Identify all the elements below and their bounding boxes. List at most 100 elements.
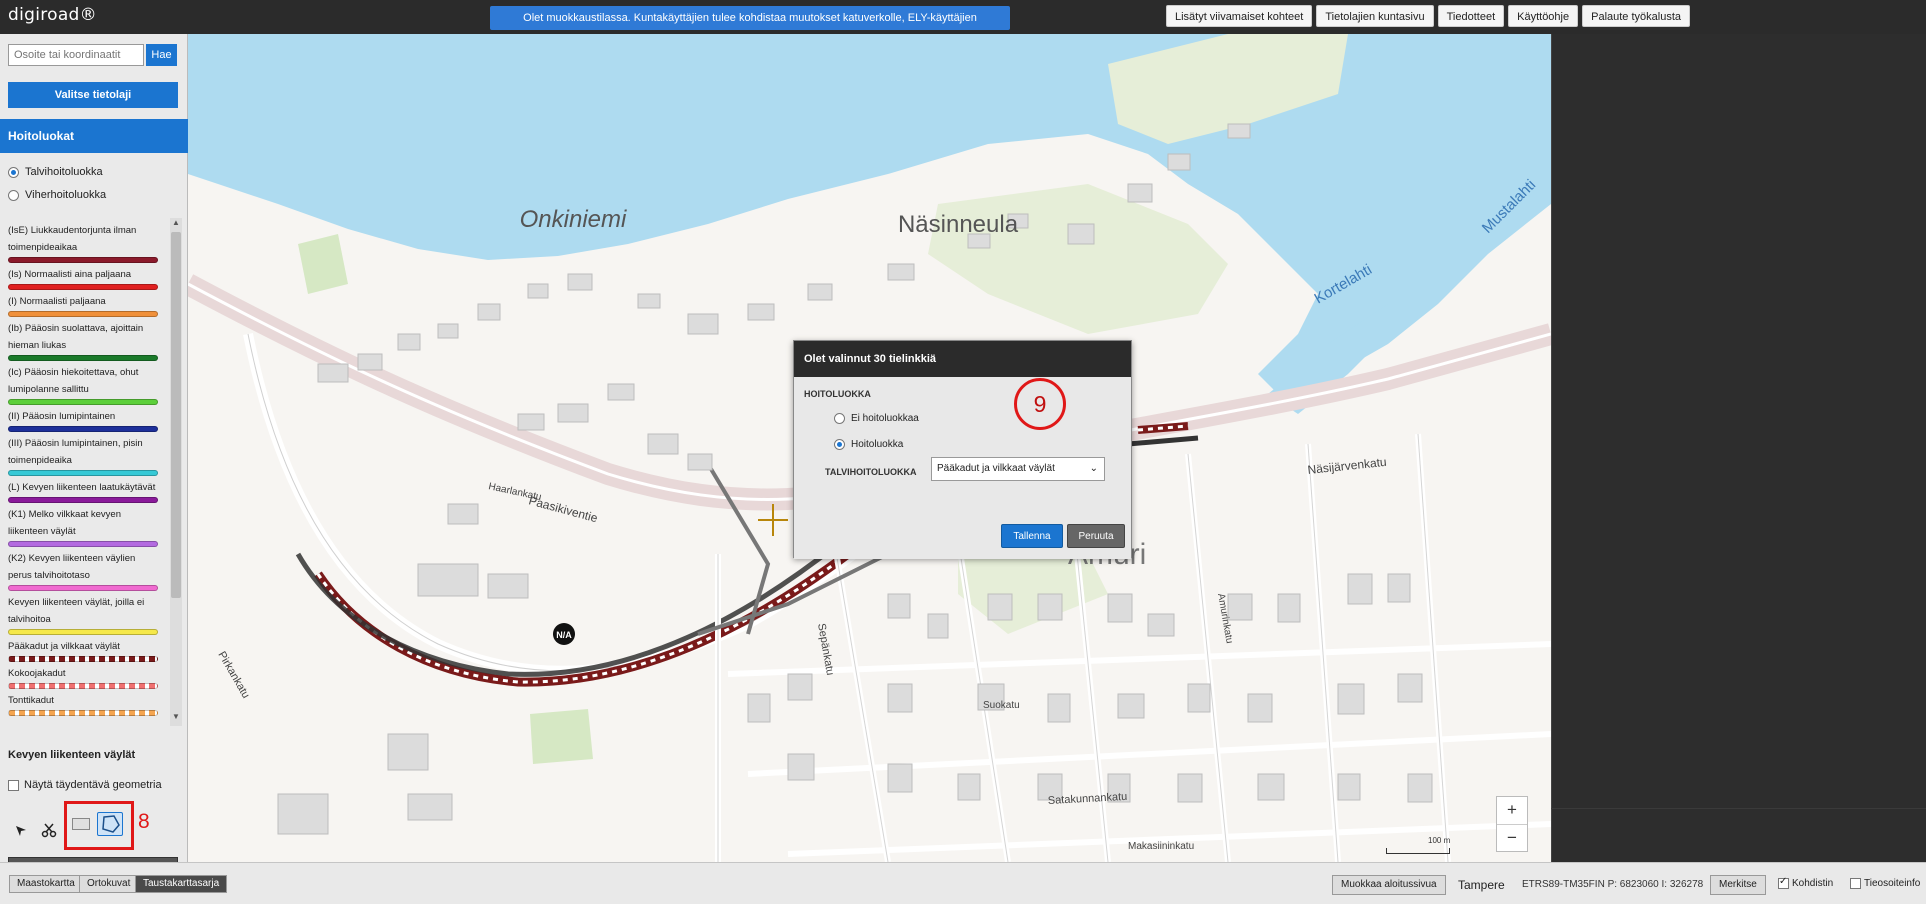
legend-item: (I) Normaalisti paljaana xyxy=(8,293,158,317)
radio-label: Hoitoluokka xyxy=(851,439,904,450)
legend-swatch xyxy=(8,355,158,361)
radio-button[interactable] xyxy=(8,189,19,201)
top-bar: digiroad® Olet muokkaustilassa. Kuntakäy… xyxy=(0,0,1926,48)
bottom-bar: Maastokartta Ortokuvat Taustakarttasarja… xyxy=(0,862,1926,904)
annotation-box-8 xyxy=(64,801,134,850)
legend-item: (II) Pääosin lumipintainen xyxy=(8,408,158,432)
crosshair-checkbox[interactable]: Kohdistin xyxy=(1778,876,1834,889)
search-button[interactable]: Hae xyxy=(146,44,177,66)
digiroad-logo[interactable]: digiroad® xyxy=(8,5,97,25)
map-label-nasinneula: Näsinneula xyxy=(898,211,1019,238)
right-panel xyxy=(1551,34,1926,862)
radio-button-selected[interactable] xyxy=(8,166,19,178)
checkbox-label: Kohdistin xyxy=(1792,878,1834,889)
legend-swatch xyxy=(8,426,158,432)
coordinates-readout: ETRS89-TM35FIN P: 6823060 I: 326278 xyxy=(1522,879,1704,890)
legend-swatch xyxy=(8,710,158,716)
map-label-nasijarvenkatu: Näsijärvenkatu xyxy=(1307,455,1387,477)
radio-label: Viherhoitoluokka xyxy=(25,189,107,201)
legend-item: (IsE) Liukkaudentorjunta ilman toimenpid… xyxy=(8,222,158,263)
tab-orthophotos[interactable]: Ortokuvat xyxy=(79,875,139,893)
legend-label: Kokoojakadut xyxy=(8,668,66,679)
legend-swatch xyxy=(8,629,158,635)
link-user-guide[interactable]: Käyttöohje xyxy=(1508,5,1579,27)
radio-winter-maintenance[interactable]: Talvihoitoluokka xyxy=(8,166,103,178)
legend-label: Tonttikadut xyxy=(8,695,54,706)
scroll-down-icon[interactable]: ▼ xyxy=(172,712,180,721)
annotation-number-8: 8 xyxy=(138,810,150,833)
checkbox-checked[interactable] xyxy=(1778,876,1789,889)
annotation-number-9: 9 xyxy=(1014,378,1066,430)
legend-swatch xyxy=(8,399,158,405)
legend-label: Pääkadut ja vilkkaat väylät xyxy=(8,641,120,652)
legend-item: Kokoojakadut xyxy=(8,665,158,689)
mark-button[interactable]: Merkitse xyxy=(1710,875,1766,895)
link-municipality-page[interactable]: Tietolajien kuntasivu xyxy=(1316,5,1434,27)
legend-item: (K1) Melko vilkkaat kevyen liikenteen vä… xyxy=(8,506,158,547)
checkbox[interactable] xyxy=(8,779,19,791)
legend-swatch xyxy=(8,541,158,547)
zoom-in-button[interactable]: + xyxy=(1497,797,1527,825)
edit-start-page-button[interactable]: Muokkaa aloitussivua xyxy=(1332,875,1446,895)
legend-item: (Ib) Pääosin suolattava, ajoittain hiema… xyxy=(8,320,158,361)
map-label-onkiniemi: Onkiniemi xyxy=(520,206,627,233)
link-bulletins[interactable]: Tiedotteet xyxy=(1437,5,1505,27)
legend-item: Pääkadut ja vilkkaat väylät xyxy=(8,638,158,662)
address-search-input[interactable] xyxy=(8,44,144,66)
pointer-tool-icon[interactable] xyxy=(14,824,28,843)
radio-button[interactable] xyxy=(834,413,845,424)
legend-swatch xyxy=(8,497,158,503)
checkbox-label: Tieosoiteinfo xyxy=(1864,878,1921,889)
legend-item: (K2) Kevyen liikenteen väylien perus tal… xyxy=(8,550,158,591)
option-no-class[interactable]: Ei hoitoluokkaa xyxy=(834,413,919,424)
checkbox-label: Näytä täydentävä geometria xyxy=(24,779,162,791)
link-added-line-features[interactable]: Lisätyt viivamaiset kohteet xyxy=(1165,5,1313,27)
link-feedback[interactable]: Palaute työkalusta xyxy=(1582,5,1690,27)
road-address-info-checkbox[interactable]: Tieosoiteinfo xyxy=(1850,878,1920,889)
edit-dialog: Olet valinnut 30 tielinkkiä HOITOLUOKKA … xyxy=(793,340,1132,559)
layer-title: Hoitoluokat xyxy=(0,119,188,153)
legend-label: (Ic) Pääosin hiekoitettava, ohut lumipol… xyxy=(8,367,139,395)
cancel-button[interactable]: Peruuta xyxy=(1067,524,1125,548)
checkbox[interactable] xyxy=(1850,878,1861,889)
zoom-out-button[interactable]: − xyxy=(1497,825,1527,853)
municipality-name: Tampere xyxy=(1458,878,1505,892)
legend-swatch xyxy=(8,585,158,591)
show-geometry-checkbox[interactable]: Näytä täydentävä geometria xyxy=(8,779,162,791)
save-button[interactable]: Tallenna xyxy=(1001,524,1063,548)
map-label-haarlankatu: Haarlankatu xyxy=(487,481,542,503)
choose-layer-button[interactable]: Valitse tietolaji xyxy=(8,82,178,108)
tab-background-map[interactable]: Taustakarttasarja xyxy=(135,875,228,893)
zoom-control: + − xyxy=(1496,796,1528,852)
scroll-up-icon[interactable]: ▲ xyxy=(172,218,180,227)
scroll-thumb[interactable] xyxy=(171,232,181,598)
legend-item: (III) Pääosin lumipintainen, pisin toime… xyxy=(8,435,158,476)
legend-label: Kevyen liikenteen väylät, joilla ei talv… xyxy=(8,597,145,625)
tab-terrain-map[interactable]: Maastokartta xyxy=(9,875,83,893)
light-traffic-title: Kevyen liikenteen väylät xyxy=(8,749,136,761)
legend-label: (III) Pääosin lumipintainen, pisin toime… xyxy=(8,438,143,466)
chevron-down-icon: ⌄ xyxy=(1089,463,1098,474)
radio-label: Talvihoitoluokka xyxy=(25,166,103,178)
legend-item: (L) Kevyen liikenteen laatukäytävät xyxy=(8,479,158,503)
scale-bar xyxy=(1386,848,1450,854)
legend-swatch xyxy=(8,311,158,317)
radio-green-maintenance[interactable]: Viherhoitoluokka xyxy=(8,189,106,201)
option-class[interactable]: Hoitoluokka xyxy=(834,439,903,450)
edit-mode-banner: Olet muokkaustilassa. Kuntakäyttäjien tu… xyxy=(490,6,1010,48)
cut-tool-icon[interactable] xyxy=(40,821,58,844)
left-sidebar: Hae Valitse tietolaji Hoitoluokat Talvih… xyxy=(0,34,188,883)
radio-label: Ei hoitoluokkaa xyxy=(851,413,919,424)
legend-swatch xyxy=(8,284,158,290)
legend-label: (K1) Melko vilkkaat kevyen liikenteen vä… xyxy=(8,509,121,537)
legend-scrollbar[interactable]: ▲ ▼ xyxy=(170,218,182,726)
legend-swatch xyxy=(8,257,158,263)
legend-item: Tonttikadut xyxy=(8,692,158,716)
select-value: Pääkadut ja vilkkaat väylät xyxy=(937,463,1055,474)
legend-label: (L) Kevyen liikenteen laatukäytävät xyxy=(8,482,156,493)
dialog-body: HOITOLUOKKA Ei hoitoluokkaa Hoitoluokka … xyxy=(794,377,1131,559)
radio-button-selected[interactable] xyxy=(834,439,845,450)
right-panel-divider xyxy=(1551,808,1926,809)
winter-class-select[interactable]: Pääkadut ja vilkkaat väylät ⌄ xyxy=(931,457,1105,481)
legend-label: (IsE) Liukkaudentorjunta ilman toimenpid… xyxy=(8,225,137,253)
